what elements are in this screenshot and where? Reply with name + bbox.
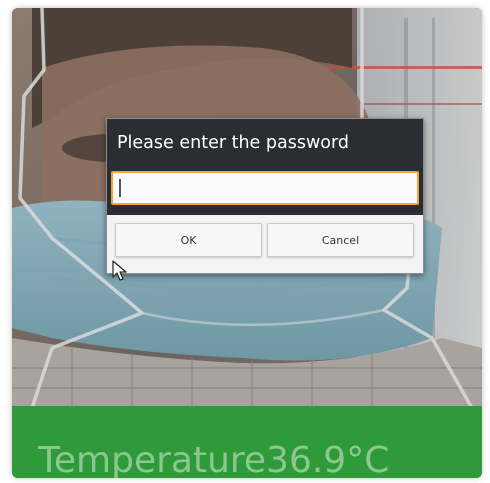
ok-button[interactable]: OK	[115, 223, 262, 257]
temperature-reading: Temperature36.9°C	[38, 440, 390, 478]
dialog-title: Please enter the password	[117, 133, 349, 153]
text-caret	[119, 179, 121, 197]
temperature-status-bar: Temperature36.9°C	[12, 406, 482, 478]
dialog-button-row: OK Cancel	[107, 215, 423, 273]
password-dialog: Please enter the password OK Cancel	[106, 118, 424, 274]
device-screen: Please enter the password OK Cancel Temp…	[12, 8, 482, 478]
password-input[interactable]	[111, 171, 419, 205]
cancel-button[interactable]: Cancel	[267, 223, 414, 257]
mouse-cursor-icon	[112, 260, 127, 281]
